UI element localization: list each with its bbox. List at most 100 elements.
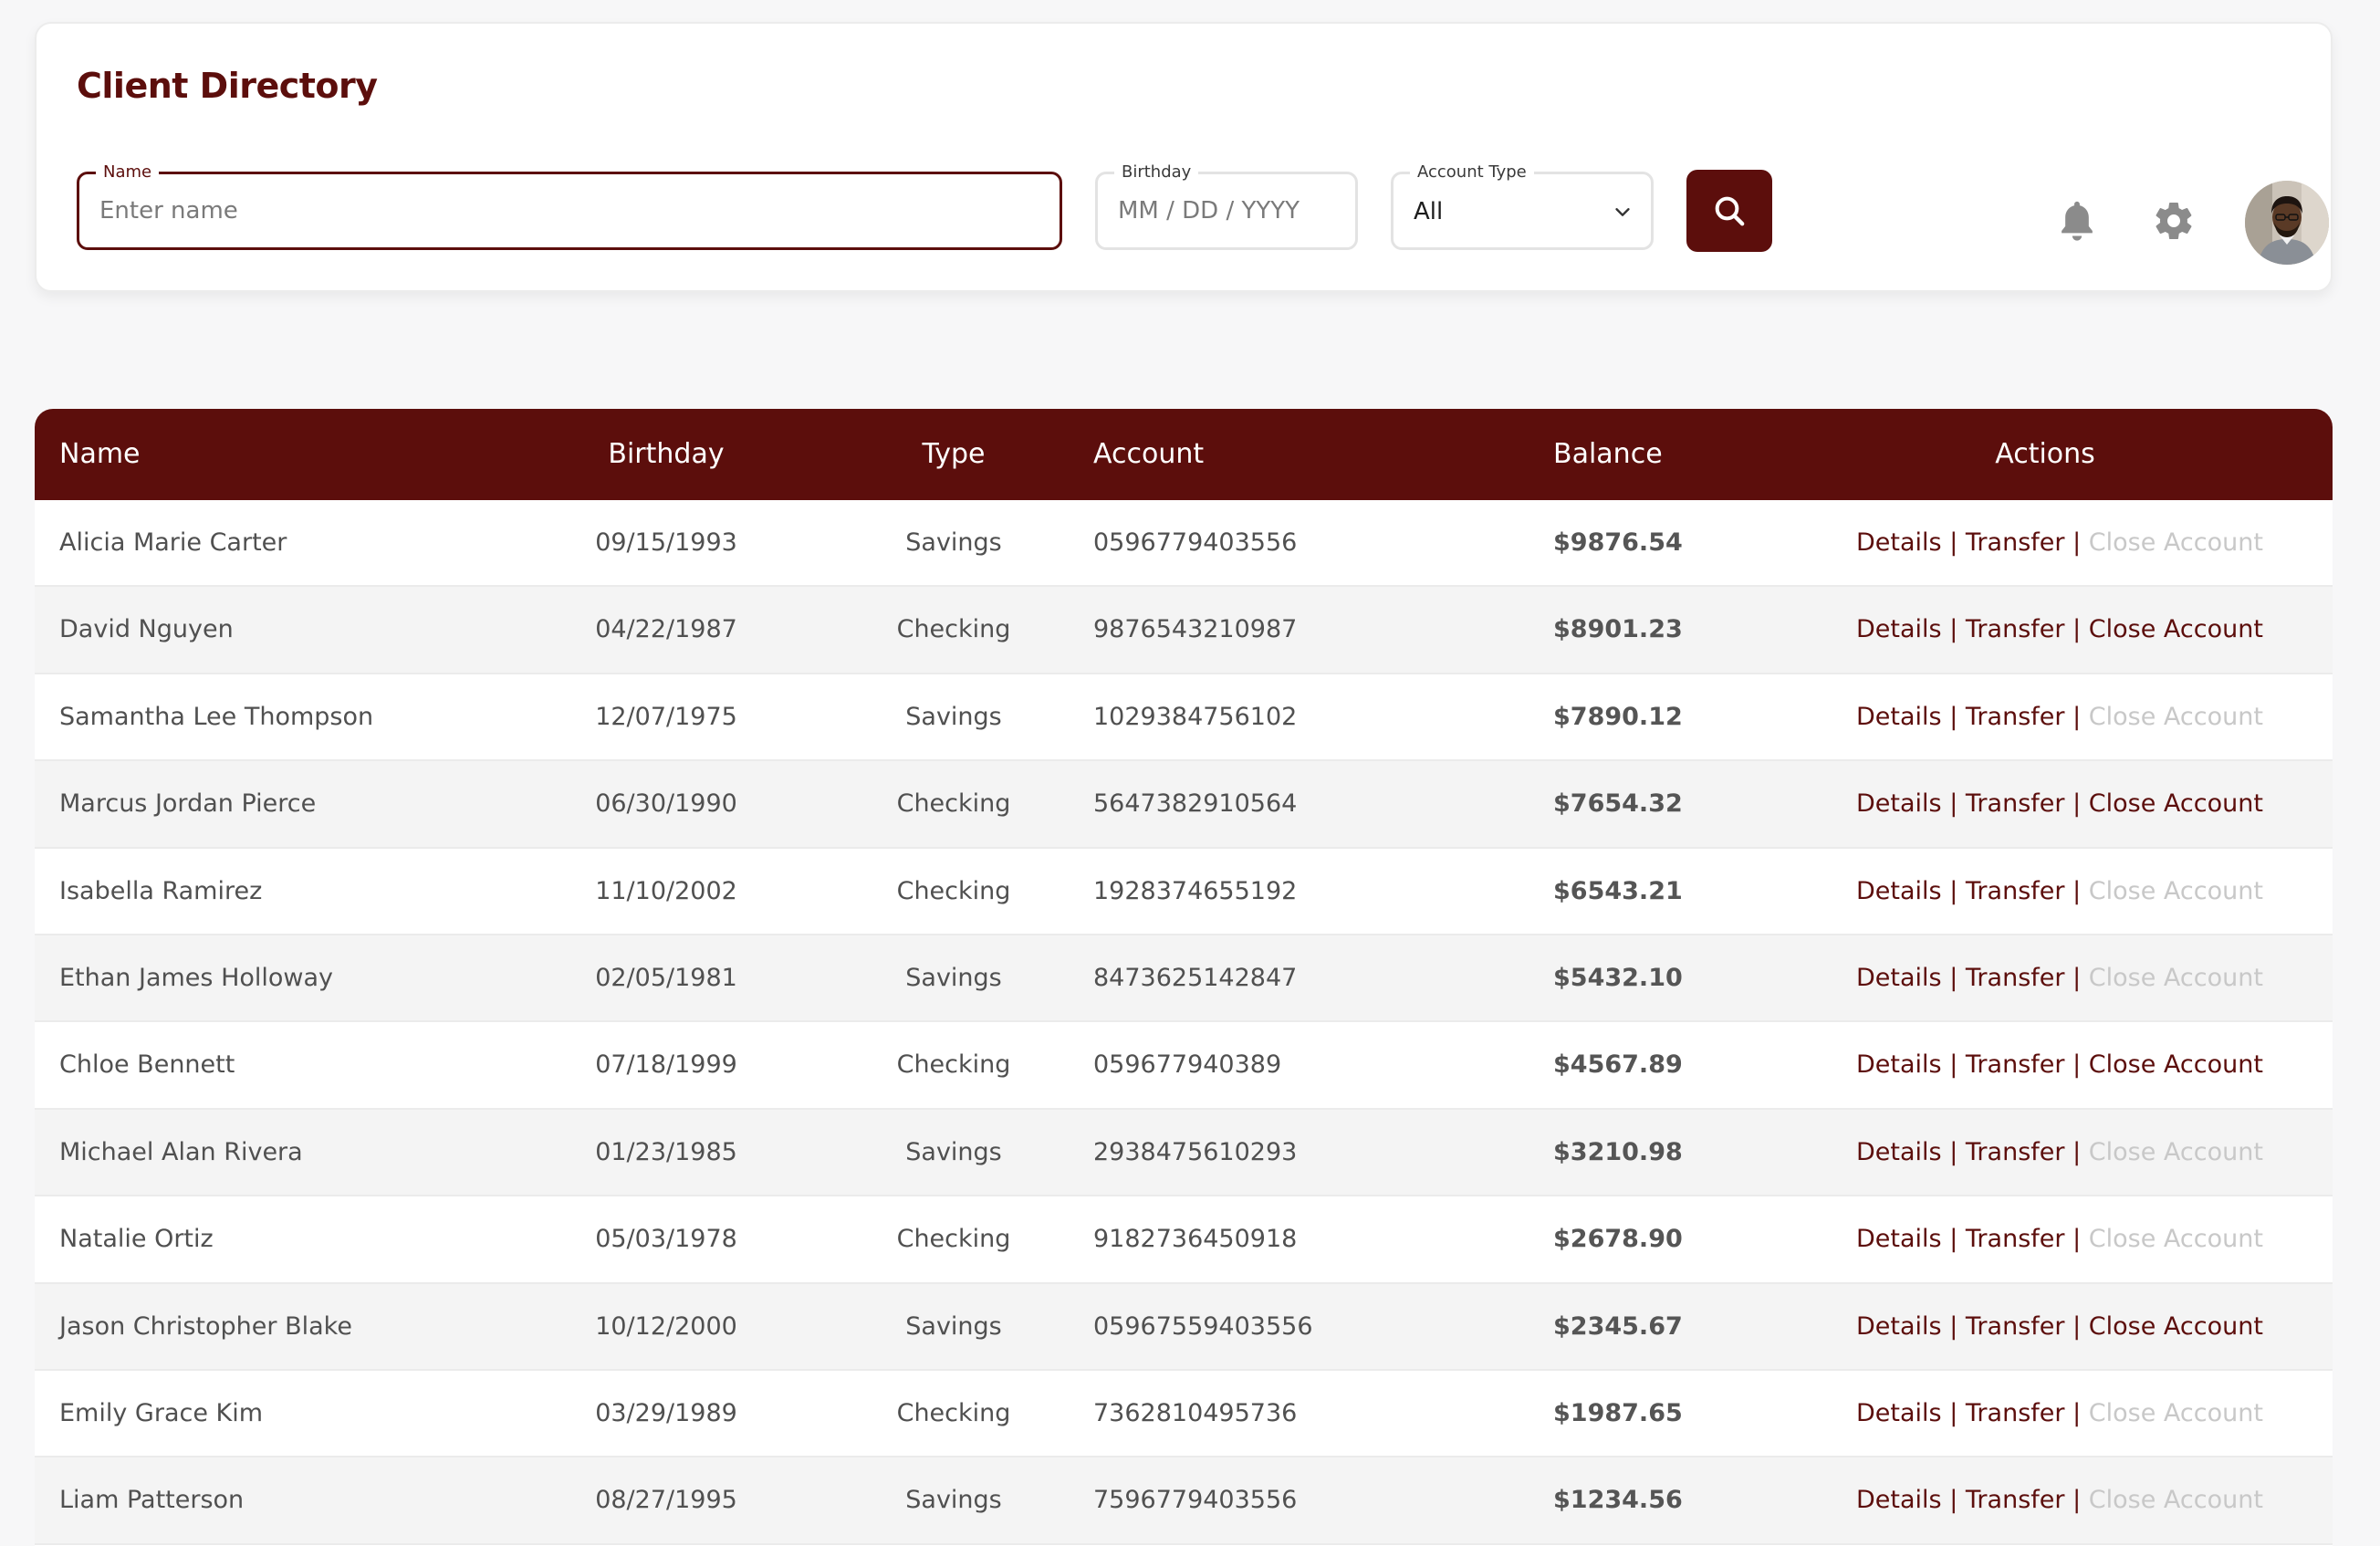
close-account-link[interactable]: Close Account — [2089, 615, 2263, 643]
account-balance: $8901.23 — [1553, 615, 1683, 644]
client-birthday: 11/10/2002 — [595, 876, 737, 905]
client-name: Alicia Marie Carter — [59, 528, 287, 557]
transfer-link[interactable]: Transfer — [1966, 615, 2065, 643]
account-number: 1029384756102 — [1093, 702, 1298, 731]
search-button[interactable] — [1686, 170, 1772, 252]
account-type: Checking — [896, 1225, 1011, 1254]
account-type: Checking — [896, 1050, 1011, 1080]
account-type: Savings — [905, 1486, 1002, 1515]
action-separator: | — [2072, 528, 2082, 557]
close-account-link[interactable]: Close Account — [2089, 789, 2263, 818]
table-row: Michael Alan Rivera 01/23/1985 Savings 2… — [35, 1109, 2333, 1197]
details-link[interactable]: Details — [1856, 1399, 1942, 1427]
account-type: Savings — [905, 702, 1002, 731]
name-input[interactable] — [79, 174, 1060, 247]
action-separator: | — [1949, 963, 1958, 992]
details-link[interactable]: Details — [1856, 1138, 1942, 1166]
user-avatar[interactable] — [2245, 181, 2329, 265]
details-link[interactable]: Details — [1856, 528, 1942, 557]
row-actions: Details | Transfer | Close Account — [1856, 587, 2263, 672]
action-separator: | — [1949, 789, 1958, 819]
account-type: Savings — [905, 528, 1002, 557]
table-row: David Nguyen 04/22/1987 Checking 9876543… — [35, 587, 2333, 674]
row-actions: Details | Transfer | Close Account — [1856, 935, 2263, 1020]
transfer-link[interactable]: Transfer — [1966, 1138, 2065, 1166]
column-header-balance[interactable]: Balance — [1553, 409, 1663, 500]
row-actions: Details | Transfer | Close Account — [1856, 674, 2263, 759]
client-name: Jason Christopher Blake — [59, 1311, 352, 1341]
details-link[interactable]: Details — [1856, 964, 1942, 992]
close-account-link: Close Account — [2088, 1398, 2263, 1427]
close-account-link[interactable]: Close Account — [2089, 1050, 2263, 1079]
details-link[interactable]: Details — [1856, 1312, 1942, 1341]
column-header-type-label: Type — [922, 438, 986, 470]
account-balance: $2678.90 — [1553, 1225, 1683, 1254]
client-birthday: 10/12/2000 — [595, 1311, 737, 1341]
avatar-image — [2245, 181, 2329, 265]
account-balance: $4567.89 — [1553, 1050, 1683, 1080]
client-birthday: 04/22/1987 — [595, 615, 737, 644]
column-header-account[interactable]: Account — [1093, 409, 1204, 500]
action-separator: | — [1949, 1137, 1958, 1166]
account-type-select[interactable]: Account Type All — [1391, 162, 1654, 250]
client-birthday: 01/23/1985 — [595, 1137, 737, 1166]
client-name: Chloe Bennett — [59, 1050, 235, 1080]
action-separator: | — [2072, 1486, 2082, 1515]
column-header-birthday-label: Birthday — [608, 438, 725, 470]
account-balance: $7890.12 — [1553, 702, 1683, 731]
close-account-link: Close Account — [2088, 702, 2263, 731]
row-actions: Details | Transfer | Close Account — [1856, 500, 2263, 585]
account-number: 7362810495736 — [1093, 1398, 1298, 1427]
client-birthday: 09/15/1993 — [595, 528, 737, 557]
table-row: Isabella Ramirez 11/10/2002 Checking 192… — [35, 849, 2333, 935]
account-balance: $6543.21 — [1553, 876, 1683, 905]
details-link[interactable]: Details — [1856, 789, 1942, 818]
account-number: 1928374655192 — [1093, 876, 1298, 905]
chevron-down-icon — [1615, 208, 1630, 216]
table-row: Jason Christopher Blake 10/12/2000 Savin… — [35, 1283, 2333, 1371]
account-number: 5647382910564 — [1093, 789, 1298, 819]
birthday-field[interactable]: Birthday — [1095, 162, 1358, 250]
close-account-link: Close Account — [2088, 876, 2263, 905]
account-number: 2938475610293 — [1093, 1137, 1298, 1166]
gear-icon[interactable] — [2152, 199, 2196, 243]
row-actions: Details | Transfer | Close Account — [1856, 1457, 2263, 1542]
action-separator: | — [2072, 1225, 2082, 1254]
row-actions: Details | Transfer | Close Account — [1856, 1022, 2263, 1107]
row-actions: Details | Transfer | Close Account — [1856, 1284, 2263, 1369]
search-icon — [1715, 196, 1745, 226]
action-separator: | — [1949, 876, 1958, 905]
transfer-link[interactable]: Transfer — [1966, 703, 2065, 731]
transfer-link[interactable]: Transfer — [1966, 1486, 2065, 1514]
transfer-link[interactable]: Transfer — [1966, 1312, 2065, 1341]
transfer-link[interactable]: Transfer — [1966, 789, 2065, 818]
table-row: Liam Patterson 08/27/1995 Savings 759677… — [35, 1457, 2333, 1545]
details-link[interactable]: Details — [1856, 1225, 1942, 1253]
transfer-link[interactable]: Transfer — [1966, 1399, 2065, 1427]
details-link[interactable]: Details — [1856, 703, 1942, 731]
close-account-link: Close Account — [2088, 1137, 2263, 1166]
close-account-link: Close Account — [2088, 528, 2263, 557]
transfer-link[interactable]: Transfer — [1966, 877, 2065, 905]
transfer-link[interactable]: Transfer — [1966, 1050, 2065, 1079]
table-row: Marcus Jordan Pierce 06/30/1990 Checking… — [35, 761, 2333, 849]
account-balance: $7654.32 — [1553, 789, 1683, 819]
bell-icon[interactable] — [2057, 197, 2097, 245]
close-account-link: Close Account — [2088, 1225, 2263, 1254]
name-field[interactable]: Name — [77, 162, 1062, 250]
details-link[interactable]: Details — [1856, 1050, 1942, 1079]
column-header-name[interactable]: Name — [59, 409, 141, 500]
client-birthday: 07/18/1999 — [595, 1050, 737, 1080]
birthday-input[interactable] — [1098, 174, 1355, 247]
details-link[interactable]: Details — [1856, 1486, 1942, 1514]
details-link[interactable]: Details — [1856, 877, 1942, 905]
account-type: Checking — [896, 876, 1011, 905]
transfer-link[interactable]: Transfer — [1966, 528, 2065, 557]
transfer-link[interactable]: Transfer — [1966, 964, 2065, 992]
account-type: Checking — [896, 789, 1011, 819]
account-type-value: All — [1414, 198, 1444, 225]
account-balance: $5432.10 — [1553, 963, 1683, 992]
details-link[interactable]: Details — [1856, 615, 1942, 643]
close-account-link[interactable]: Close Account — [2089, 1312, 2263, 1341]
transfer-link[interactable]: Transfer — [1966, 1225, 2065, 1253]
